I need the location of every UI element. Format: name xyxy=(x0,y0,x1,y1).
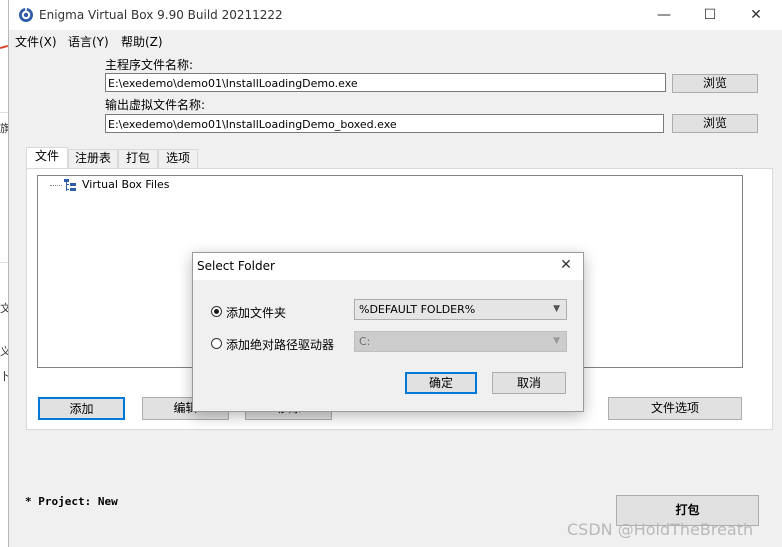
main-file-input[interactable]: E:\exedemo\demo01\InstallLoadingDemo.exe xyxy=(105,73,666,92)
watermark-text: CSDN @HoldTheBreath xyxy=(567,520,754,539)
tab-options[interactable]: 选项 xyxy=(158,149,198,168)
folder-select-value: %DEFAULT FOLDER% xyxy=(359,303,476,316)
add-folder-radio[interactable] xyxy=(211,306,222,317)
title-bar: Enigma Virtual Box 9.90 Build 20211222 —… xyxy=(9,0,782,30)
add-button[interactable]: 添加 xyxy=(38,397,125,420)
menu-help[interactable]: 帮助(Z) xyxy=(121,33,163,50)
tab-registry[interactable]: 注册表 xyxy=(68,149,118,168)
output-file-input[interactable]: E:\exedemo\demo01\InstallLoadingDemo_box… xyxy=(105,114,664,133)
chevron-down-icon: ▼ xyxy=(553,336,560,346)
add-folder-label[interactable]: 添加文件夹 xyxy=(226,304,286,321)
chevron-down-icon: ▼ xyxy=(553,304,560,314)
select-folder-dialog: Select Folder ✕ 添加文件夹 添加绝对路径驱动器 %DEFAULT… xyxy=(192,252,584,412)
drive-select[interactable]: C: ▼ xyxy=(354,331,567,352)
background-divider xyxy=(0,112,8,113)
tree-root-label[interactable]: Virtual Box Files xyxy=(82,178,170,191)
output-file-label: 输出虚拟文件名称: xyxy=(105,98,206,112)
background-glyph: 文 xyxy=(0,302,8,315)
dialog-close-button[interactable]: ✕ xyxy=(555,257,577,273)
background-glyph: 旗 xyxy=(0,122,8,135)
maximize-button[interactable]: ☐ xyxy=(687,0,733,30)
tab-files[interactable]: 文件 xyxy=(26,147,68,169)
minimize-button[interactable]: — xyxy=(641,0,687,30)
background-glyph: 义 xyxy=(0,345,8,358)
dialog-title-bar: Select Folder ✕ xyxy=(193,253,583,280)
menu-file[interactable]: 文件(X) xyxy=(15,33,57,50)
tree-connector-line xyxy=(50,185,62,186)
folder-select[interactable]: %DEFAULT FOLDER% ▼ xyxy=(354,299,567,320)
menu-bar: 文件(X) 语言(Y) 帮助(Z) xyxy=(9,30,782,50)
add-drive-radio[interactable] xyxy=(211,338,222,349)
ok-button[interactable]: 确定 xyxy=(405,372,477,394)
tree-folder-icon xyxy=(64,179,76,191)
file-options-button[interactable]: 文件选项 xyxy=(608,397,742,420)
app-logo-icon xyxy=(19,7,33,22)
cancel-button[interactable]: 取消 xyxy=(492,372,566,394)
main-file-label: 主程序文件名称: xyxy=(105,58,194,72)
background-divider xyxy=(0,262,8,263)
add-drive-label[interactable]: 添加绝对路径驱动器 xyxy=(226,336,334,353)
dialog-title: Select Folder xyxy=(197,259,275,273)
main-file-browse-button[interactable]: 浏览 xyxy=(672,74,758,93)
close-button[interactable]: ✕ xyxy=(733,0,779,30)
background-glyph: 卜 xyxy=(0,370,8,383)
project-status: * Project: New xyxy=(25,495,118,508)
window-title: Enigma Virtual Box 9.90 Build 20211222 xyxy=(39,8,283,22)
drive-select-value: C: xyxy=(359,335,371,348)
tab-pack[interactable]: 打包 xyxy=(118,149,158,168)
output-file-browse-button[interactable]: 浏览 xyxy=(672,114,758,133)
menu-language[interactable]: 语言(Y) xyxy=(68,33,109,50)
